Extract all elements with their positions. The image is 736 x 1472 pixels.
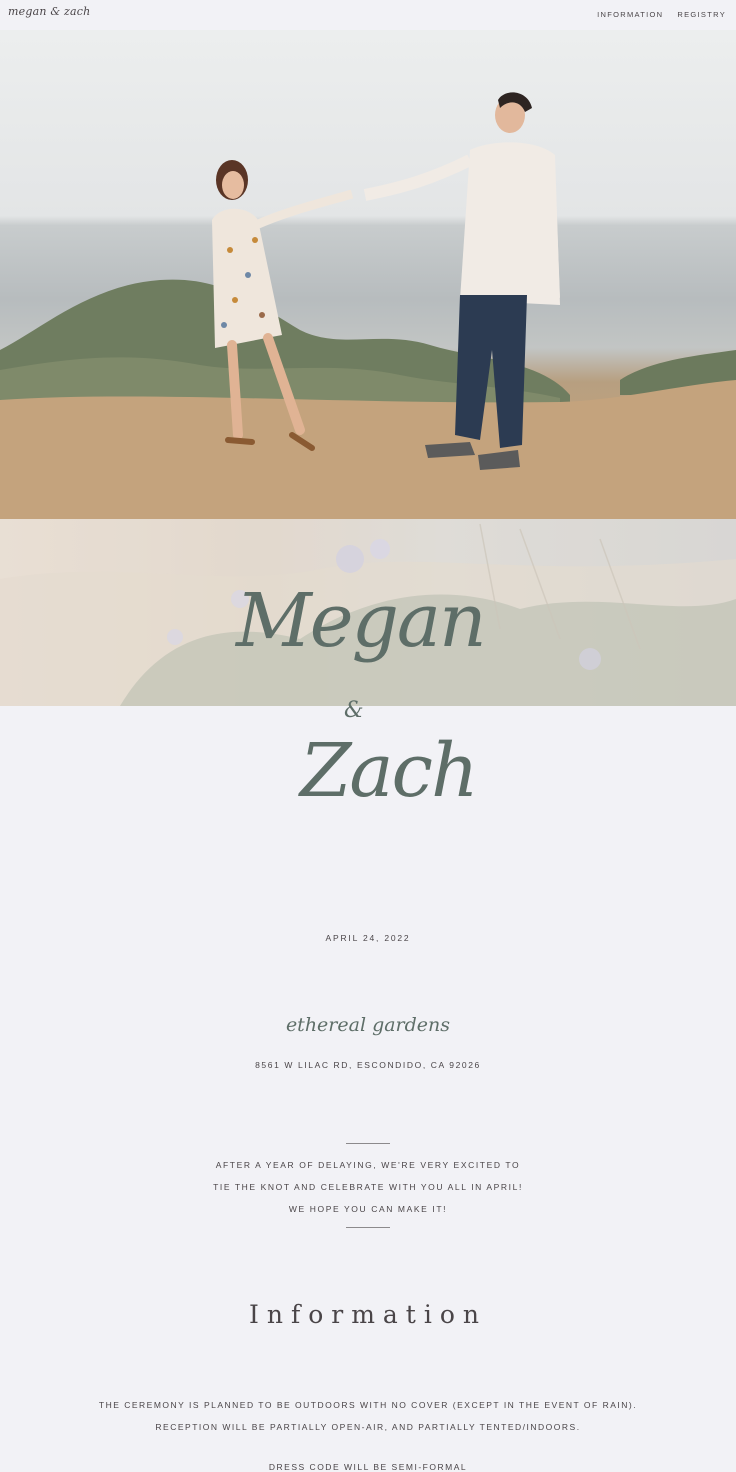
- site-logo[interactable]: megan & zach: [8, 5, 90, 18]
- dress-code: DRESS CODE WILL BE SEMI-FORMAL: [268, 1462, 468, 1472]
- venue-name: ethereal gardens: [285, 1014, 451, 1036]
- hero-photo: [0, 30, 736, 519]
- ampersand: &: [344, 698, 364, 723]
- wedding-date: APRIL 24, 2022: [325, 933, 411, 943]
- top-bar: megan & zach INFORMATION REGISTRY: [0, 0, 736, 30]
- nav-information[interactable]: INFORMATION: [597, 10, 663, 19]
- groom-name: Zach: [300, 728, 479, 814]
- top-nav: INFORMATION REGISTRY: [597, 10, 726, 19]
- detail-reception: RECEPTION WILL BE PARTIALLY OPEN-AIR, AN…: [155, 1422, 581, 1432]
- welcome-message: AFTER A YEAR OF DELAYING, WE'RE VERY EXC…: [213, 1160, 523, 1214]
- divider-top: [346, 1143, 390, 1144]
- information-details: THE CEREMONY IS PLANNED TO BE OUTDOORS W…: [60, 1394, 676, 1438]
- nav-registry[interactable]: REGISTRY: [677, 10, 726, 19]
- detail-ceremony: THE CEREMONY IS PLANNED TO BE OUTDOORS W…: [98, 1400, 638, 1410]
- bride-name: Megan: [236, 578, 487, 664]
- venue-address: 8561 W LILAC RD, ESCONDIDO, CA 92026: [255, 1060, 481, 1070]
- information-heading: Information: [248, 1300, 488, 1329]
- divider-bottom: [346, 1227, 390, 1228]
- couple-photo-illustration: [0, 92, 736, 519]
